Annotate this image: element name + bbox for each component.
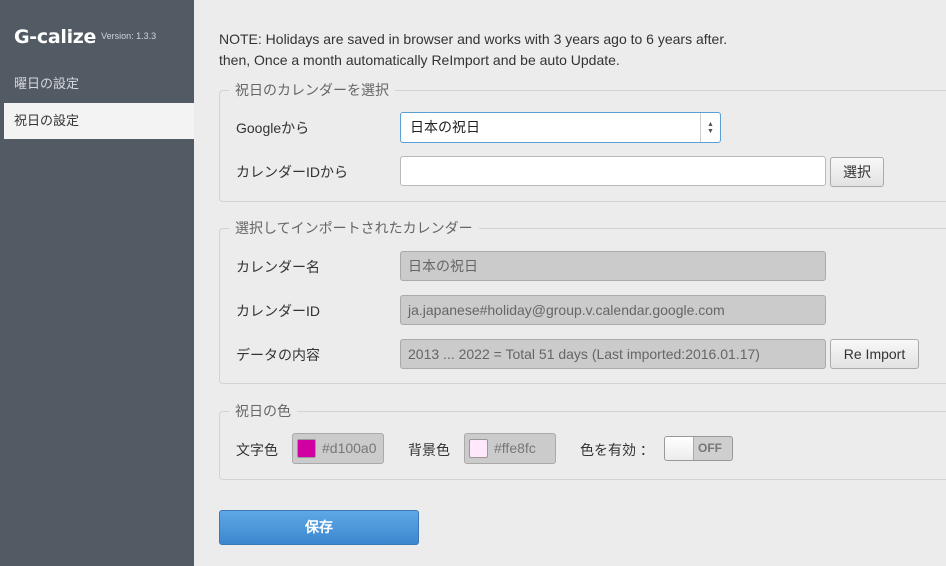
google-calendar-selected-value: 日本の祝日 xyxy=(410,119,480,135)
google-calendar-select[interactable]: 日本の祝日 ▲ ▼ xyxy=(400,112,721,143)
enable-color-label: 色を有効 ： xyxy=(580,442,654,458)
sidebar-item-weekday-settings[interactable]: 曜日の設定 xyxy=(0,66,194,102)
enable-color-toggle[interactable]: OFF xyxy=(664,436,733,461)
imported-calendar-legend: 選択してインポートされたカレンダー xyxy=(229,219,479,237)
text-color-label: 文字色 xyxy=(236,442,278,458)
bg-color-swatch xyxy=(469,439,488,458)
toggle-state-text: OFF xyxy=(698,441,722,455)
note-line-1: NOTE: Holidays are saved in browser and … xyxy=(219,31,728,47)
imported-calendar-group: 選択してインポートされたカレンダー カレンダー名 日本の祝日 カレンダーID j… xyxy=(219,219,946,384)
text-color-value: #d100a0 xyxy=(322,440,377,456)
calendar-id-label: カレンダーIDから xyxy=(236,164,348,180)
sidebar: G-calize Version: 1.3.3 曜日の設定 祝日の設定 xyxy=(0,0,194,566)
toggle-knob xyxy=(665,437,694,460)
text-color-picker[interactable]: #d100a0 xyxy=(292,433,384,464)
select-button[interactable]: 選択 xyxy=(830,157,884,187)
app-version: Version: 1.3.3 xyxy=(101,31,157,41)
calendar-id-input[interactable] xyxy=(400,156,826,186)
save-button[interactable]: 保存 xyxy=(219,510,419,545)
text-color-swatch xyxy=(297,439,316,458)
holiday-color-group: 祝日の色 文字色 #d100a0 背景色 #ffe8fc 色を有効 ： OFF xyxy=(219,402,946,480)
imported-calendar-id-field: ja.japanese#holiday@group.v.calendar.goo… xyxy=(400,295,826,325)
calendar-name-label: カレンダー名 xyxy=(236,259,320,275)
reimport-button[interactable]: Re Import xyxy=(830,339,919,369)
note-line-2: then, Once a month automatically ReImpor… xyxy=(219,52,620,68)
holiday-color-legend: 祝日の色 xyxy=(229,402,297,420)
select-arrows-icon: ▲ ▼ xyxy=(700,113,720,142)
calendar-name-field: 日本の祝日 xyxy=(400,251,826,281)
bg-color-label: 背景色 xyxy=(408,442,450,458)
sidebar-item-holiday-settings[interactable]: 祝日の設定 xyxy=(4,103,194,139)
calendar-select-legend: 祝日のカレンダーを選択 xyxy=(229,81,395,99)
app-brand: G-calize Version: 1.3.3 xyxy=(14,26,156,48)
calendar-select-group: 祝日のカレンダーを選択 Googleから 日本の祝日 ▲ ▼ カレンダーIDから … xyxy=(219,81,946,202)
note-text: NOTE: Holidays are saved in browser and … xyxy=(219,29,727,71)
app-name: G-calize xyxy=(14,26,97,48)
bg-color-value: #ffe8fc xyxy=(494,440,536,456)
main-content: NOTE: Holidays are saved in browser and … xyxy=(194,0,946,566)
data-content-label: データの内容 xyxy=(236,347,320,363)
imported-calendar-id-label: カレンダーID xyxy=(236,303,320,319)
google-label: Googleから xyxy=(236,120,310,136)
bg-color-picker[interactable]: #ffe8fc xyxy=(464,433,556,464)
data-content-field: 2013 ... 2022 = Total 51 days (Last impo… xyxy=(400,339,826,369)
